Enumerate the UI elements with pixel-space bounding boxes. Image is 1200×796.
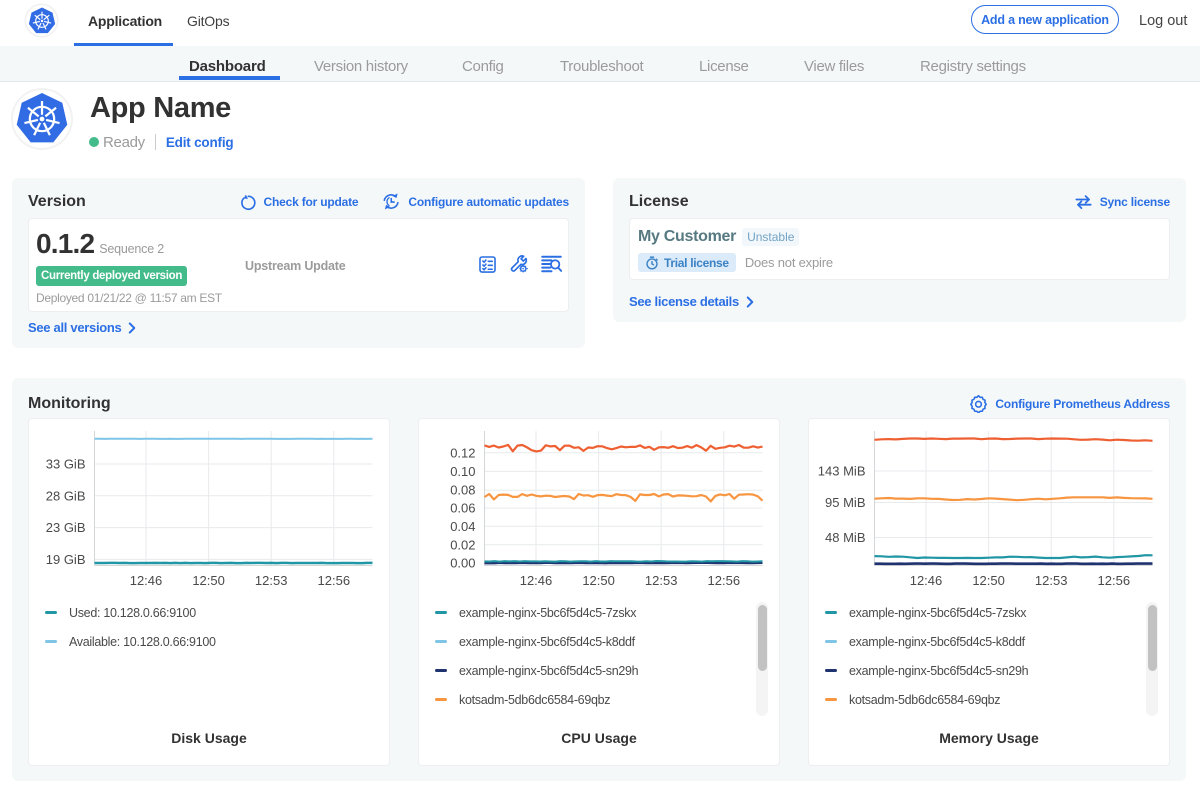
svg-text:0.06: 0.06 bbox=[450, 501, 475, 516]
svg-text:19 GiB: 19 GiB bbox=[46, 552, 86, 567]
svg-text:12:46: 12:46 bbox=[910, 573, 943, 588]
svg-text:0.04: 0.04 bbox=[450, 519, 475, 534]
svg-text:0.10: 0.10 bbox=[450, 464, 475, 479]
svg-text:0.08: 0.08 bbox=[450, 483, 475, 498]
svg-text:12:46: 12:46 bbox=[130, 573, 163, 588]
svg-text:23 GiB: 23 GiB bbox=[46, 520, 86, 535]
svg-text:12:53: 12:53 bbox=[255, 573, 288, 588]
svg-text:48 MiB: 48 MiB bbox=[825, 530, 865, 545]
svg-text:12:50: 12:50 bbox=[192, 573, 225, 588]
svg-text:12:56: 12:56 bbox=[708, 573, 741, 588]
svg-text:12:46: 12:46 bbox=[520, 573, 553, 588]
svg-text:12:56: 12:56 bbox=[1098, 573, 1131, 588]
svg-text:33 GiB: 33 GiB bbox=[46, 457, 86, 472]
svg-text:28 GiB: 28 GiB bbox=[46, 488, 86, 503]
svg-text:12:53: 12:53 bbox=[645, 573, 678, 588]
svg-text:0.02: 0.02 bbox=[450, 537, 475, 552]
svg-text:12:50: 12:50 bbox=[972, 573, 1005, 588]
svg-text:143 MiB: 143 MiB bbox=[818, 464, 866, 479]
svg-text:12:53: 12:53 bbox=[1035, 573, 1068, 588]
svg-text:0.12: 0.12 bbox=[450, 445, 475, 460]
svg-text:0.00: 0.00 bbox=[450, 556, 475, 571]
svg-text:95 MiB: 95 MiB bbox=[825, 495, 865, 510]
svg-text:12:56: 12:56 bbox=[318, 573, 351, 588]
svg-text:12:50: 12:50 bbox=[582, 573, 615, 588]
